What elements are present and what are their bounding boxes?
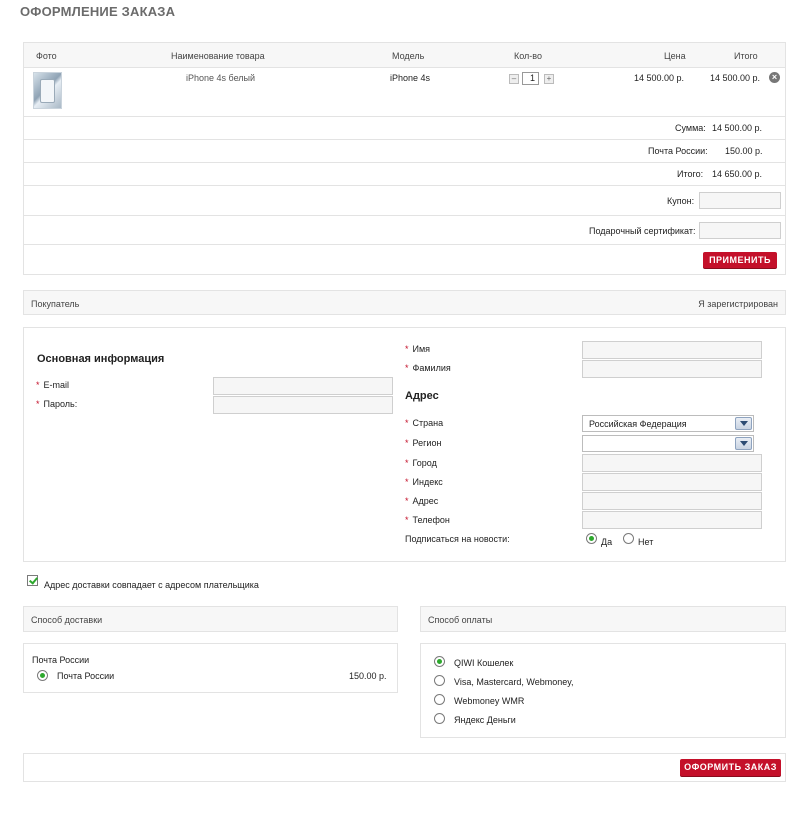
qty-input[interactable]: 1	[522, 72, 539, 85]
registered-link[interactable]: Я зарегистрирован	[698, 299, 778, 309]
header-price: Цена	[664, 51, 686, 61]
coupon-label: Купон:	[667, 196, 695, 206]
payment-wmr-radio[interactable]	[434, 694, 445, 705]
password-label: * Пароль:	[36, 399, 78, 409]
first-name-label: * Имя	[405, 344, 431, 354]
header-qty: Кол-во	[514, 51, 542, 61]
newsletter-yes-radio[interactable]	[586, 533, 597, 544]
region-label: * Регион	[405, 438, 442, 448]
city-label: * Город	[405, 458, 437, 468]
payment-card-label[interactable]: Visa, Mastercard, Webmoney,	[454, 677, 574, 687]
delivery-option-price: 150.00 р.	[349, 671, 387, 681]
header-total: Итого	[734, 51, 758, 61]
submit-order-button[interactable]: ОФОРМИТЬ ЗАКАЗ	[680, 759, 781, 776]
sum-label: Сумма:	[675, 123, 706, 133]
product-thumbnail[interactable]	[33, 72, 62, 109]
delivery-option-radio[interactable]	[37, 670, 48, 681]
region-select[interactable]	[582, 435, 754, 452]
payment-wmr-label[interactable]: Webmoney WMR	[454, 696, 524, 706]
chevron-down-icon	[735, 417, 752, 430]
product-total: 14 500.00 р.	[710, 73, 761, 83]
chevron-down-icon	[735, 437, 752, 450]
country-label: * Страна	[405, 418, 444, 428]
apply-button[interactable]: ПРИМЕНИТЬ	[703, 252, 777, 268]
email-input[interactable]	[213, 377, 393, 395]
payment-box: QIWI Кошелек Visa, Mastercard, Webmoney,…	[420, 643, 786, 738]
password-input[interactable]	[213, 396, 393, 414]
shipping-label: Почта России:	[648, 146, 708, 156]
payment-qiwi-label[interactable]: QIWI Кошелек	[454, 658, 513, 668]
last-name-label: * Фамилия	[405, 363, 451, 373]
last-name-input[interactable]	[582, 360, 762, 378]
header-name: Наименование товара	[171, 51, 265, 61]
first-name-input[interactable]	[582, 341, 762, 359]
phone-image-icon	[40, 79, 55, 103]
product-model: iPhone 4s	[390, 73, 431, 83]
phone-label: * Телефон	[405, 515, 450, 525]
coupon-input[interactable]	[699, 192, 781, 209]
delivery-option-label[interactable]: Почта России	[57, 671, 114, 681]
city-input[interactable]	[582, 454, 762, 472]
newsletter-yes-label[interactable]: Да	[601, 537, 612, 547]
page-title: ОФОРМЛЕНИЕ ЗАКАЗА	[20, 4, 176, 19]
cart-table: Фото Наименование товара Модель Кол-во Ц…	[23, 42, 786, 275]
country-select[interactable]: Российская Федерация	[582, 415, 754, 432]
buyer-label: Покупатель	[31, 299, 80, 309]
payment-qiwi-radio[interactable]	[434, 656, 445, 667]
street-label: * Адрес	[405, 496, 439, 506]
zip-input[interactable]	[582, 473, 762, 491]
street-input[interactable]	[582, 492, 762, 510]
delivery-title: Способ доставки	[31, 615, 103, 625]
newsletter-no-radio[interactable]	[623, 533, 634, 544]
payment-yandex-radio[interactable]	[434, 713, 445, 724]
product-price: 14 500.00 р.	[634, 73, 685, 83]
newsletter-label: Подписаться на новости:	[405, 534, 510, 544]
same-address-checkbox[interactable]	[27, 575, 38, 586]
main-info-title: Основная информация	[37, 353, 165, 365]
qty-increase-button[interactable]: +	[544, 74, 554, 84]
payment-header: Способ оплаты	[420, 606, 786, 632]
sum-value: 14 500.00 р.	[712, 123, 763, 133]
phone-input[interactable]	[582, 511, 762, 529]
payment-yandex-label[interactable]: Яндекс Деньги	[454, 715, 516, 725]
address-title: Адрес	[405, 390, 439, 402]
same-address-label[interactable]: Адрес доставки совпадает с адресом плате…	[44, 580, 259, 590]
product-name[interactable]: iPhone 4s белый	[186, 73, 255, 83]
delivery-box: Почта России Почта России 150.00 р.	[23, 643, 398, 693]
buyer-form: Основная информация * E-mail * Пароль: * Им…	[23, 327, 786, 562]
email-label: * E-mail	[36, 380, 70, 390]
zip-label: * Индекс	[405, 477, 443, 487]
delivery-group-label: Почта России	[32, 655, 90, 665]
cart-header: Фото Наименование товара Модель Кол-во Ц…	[24, 43, 785, 68]
header-model: Модель	[392, 51, 425, 61]
certificate-input[interactable]	[699, 222, 781, 239]
qty-decrease-button[interactable]: –	[509, 74, 519, 84]
payment-title: Способ оплаты	[428, 615, 493, 625]
delivery-header: Способ доставки	[23, 606, 398, 632]
grand-total-label: Итого:	[677, 169, 704, 179]
certificate-label: Подарочный сертификат:	[589, 226, 696, 236]
header-photo: Фото	[36, 51, 57, 61]
buyer-bar: Покупатель Я зарегистрирован	[23, 290, 786, 315]
shipping-value: 150.00 р.	[725, 146, 763, 156]
payment-card-radio[interactable]	[434, 675, 445, 686]
newsletter-no-label[interactable]: Нет	[638, 537, 653, 547]
grand-total-value: 14 650.00 р.	[712, 169, 763, 179]
remove-item-icon[interactable]: ×	[769, 72, 780, 83]
submit-bar: ОФОРМИТЬ ЗАКАЗ	[23, 753, 786, 782]
